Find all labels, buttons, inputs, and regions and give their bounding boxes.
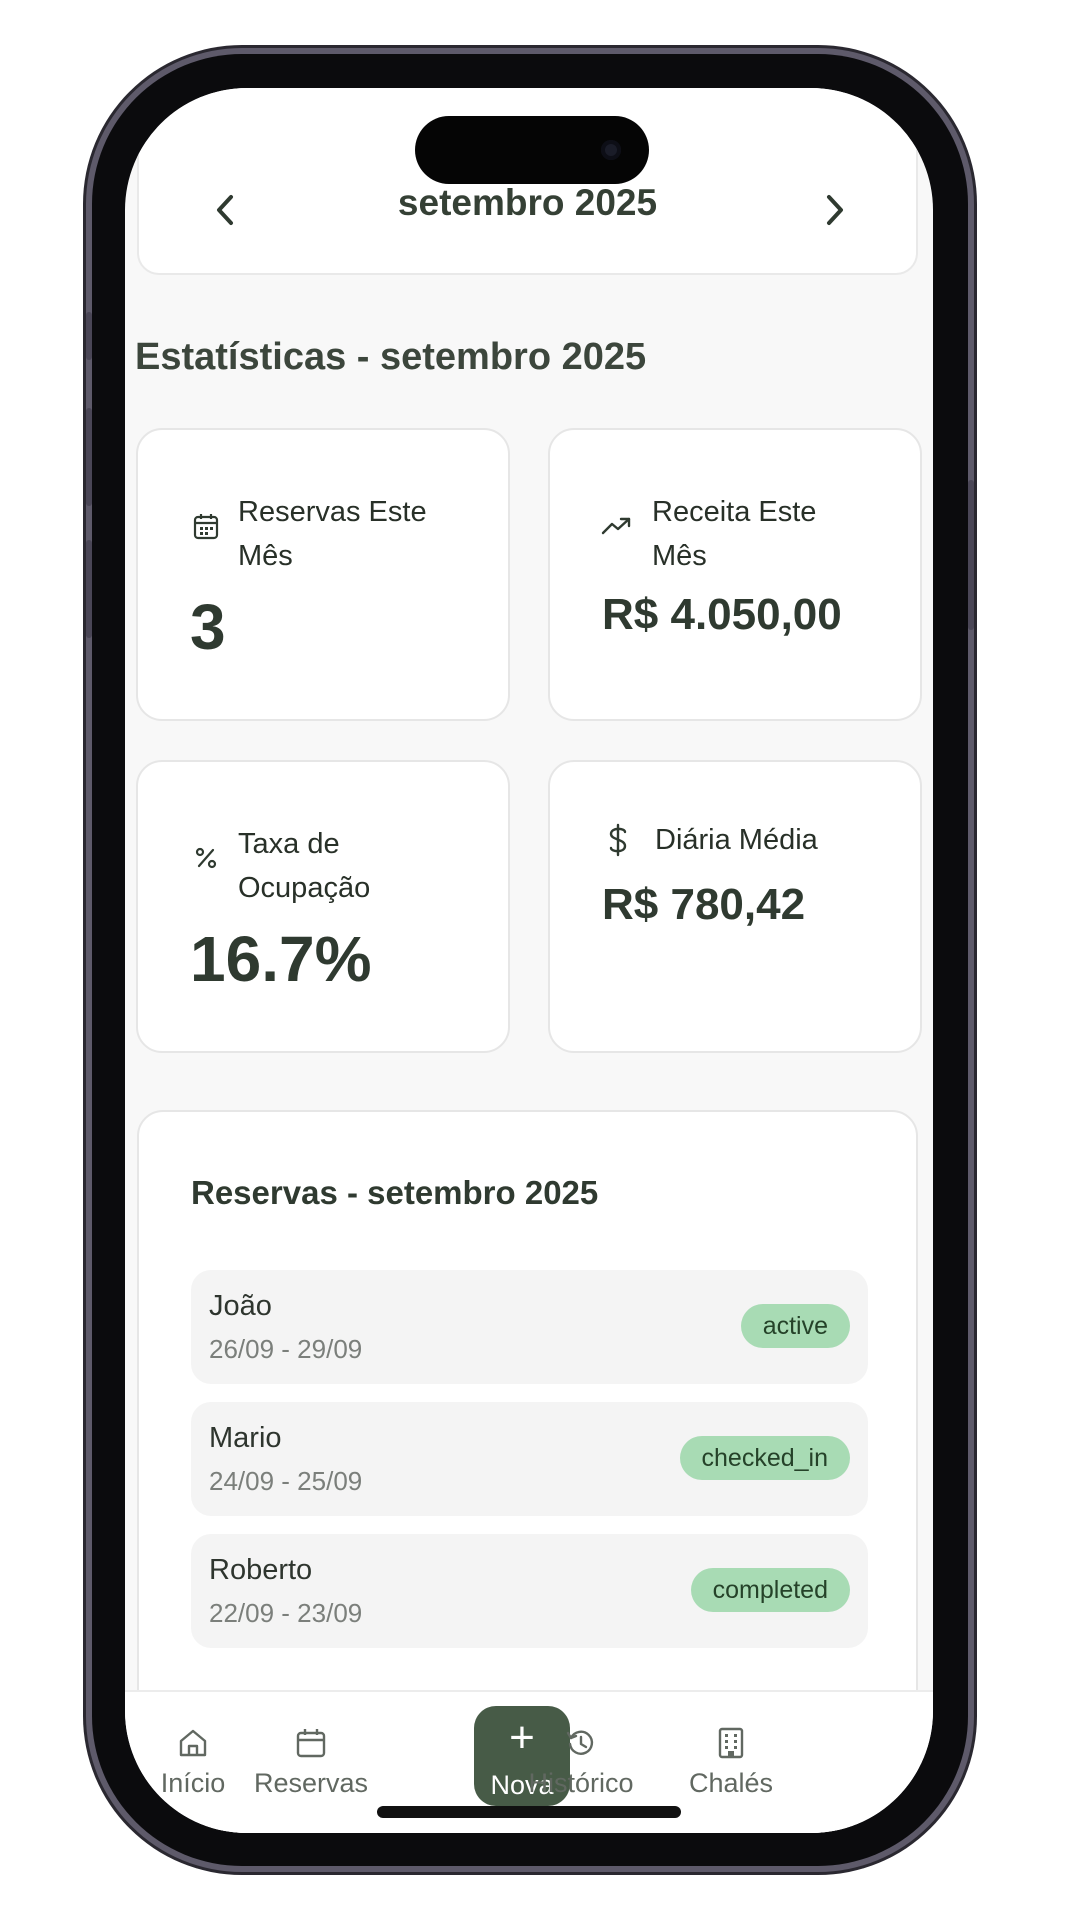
- home-indicator[interactable]: [377, 1806, 681, 1818]
- tab-label: Chalés: [688, 1768, 774, 1798]
- trending-up-icon: [600, 510, 632, 542]
- mute-switch: [86, 312, 92, 360]
- tab-label: Histórico: [528, 1768, 634, 1798]
- stat-value: R$ 780,42: [602, 880, 806, 929]
- tab-historico[interactable]: Histórico: [511, 1692, 651, 1798]
- stat-label: Taxa de Ocupação: [238, 828, 371, 904]
- tab-reservas[interactable]: Reservas: [241, 1692, 381, 1798]
- stat-label: Diária Média: [655, 824, 818, 856]
- stay-dates: 26/09 - 29/09: [209, 1334, 363, 1364]
- stat-label: Receita Este Mês: [652, 496, 817, 572]
- calendar-icon: [190, 510, 222, 542]
- stat-value: 16.7%: [190, 923, 372, 995]
- stat-value: 3: [190, 591, 226, 663]
- volume-down-button: [86, 540, 92, 638]
- stat-card-average-daily: Diária Média R$ 780,42: [548, 760, 922, 1053]
- reservations-title: Reservas - setembro 2025: [191, 1174, 599, 1211]
- guest-name: Roberto: [209, 1554, 313, 1586]
- tab-chales[interactable]: Chalés: [671, 1692, 791, 1798]
- dollar-icon: [602, 823, 634, 857]
- guest-name: Mario: [209, 1422, 282, 1454]
- building-icon: [714, 1726, 748, 1760]
- stat-card-reservations: Reservas Este Mês 3: [136, 428, 510, 721]
- power-button: [968, 480, 974, 630]
- app-screen: setembro 2025 Estatísticas - setembro 20…: [125, 88, 933, 1833]
- tab-label: Reservas: [253, 1768, 369, 1798]
- reservation-row[interactable]: Roberto 22/09 - 23/09 completed: [191, 1534, 868, 1648]
- stat-label: Reservas Este Mês: [238, 496, 427, 572]
- home-icon: [176, 1726, 210, 1760]
- stat-card-occupancy: Taxa de Ocupação 16.7%: [136, 760, 510, 1053]
- status-badge: completed: [690, 1568, 850, 1612]
- percent-icon: [190, 842, 222, 874]
- chevron-right-icon: [827, 195, 843, 225]
- calendar-icon: [294, 1726, 328, 1760]
- camera-icon: [601, 140, 621, 160]
- stat-card-revenue: Receita Este Mês R$ 4.050,00: [548, 428, 922, 721]
- statistics-title: Estatísticas - setembro 2025: [135, 336, 647, 378]
- reservation-row[interactable]: Mario 24/09 - 25/09 checked_in: [191, 1402, 868, 1516]
- guest-name: João: [209, 1290, 272, 1322]
- dynamic-island: [415, 116, 649, 184]
- next-month-button[interactable]: [813, 188, 857, 232]
- stat-value: R$ 4.050,00: [602, 590, 842, 639]
- status-badge: active: [740, 1304, 850, 1348]
- month-title: setembro 2025: [397, 182, 658, 223]
- volume-up-button: [86, 408, 92, 506]
- stay-dates: 22/09 - 23/09: [209, 1598, 363, 1628]
- status-badge: checked_in: [679, 1436, 850, 1480]
- history-icon: [564, 1726, 598, 1760]
- reservation-row[interactable]: João 26/09 - 29/09 active: [191, 1270, 868, 1384]
- stay-dates: 24/09 - 25/09: [209, 1466, 363, 1496]
